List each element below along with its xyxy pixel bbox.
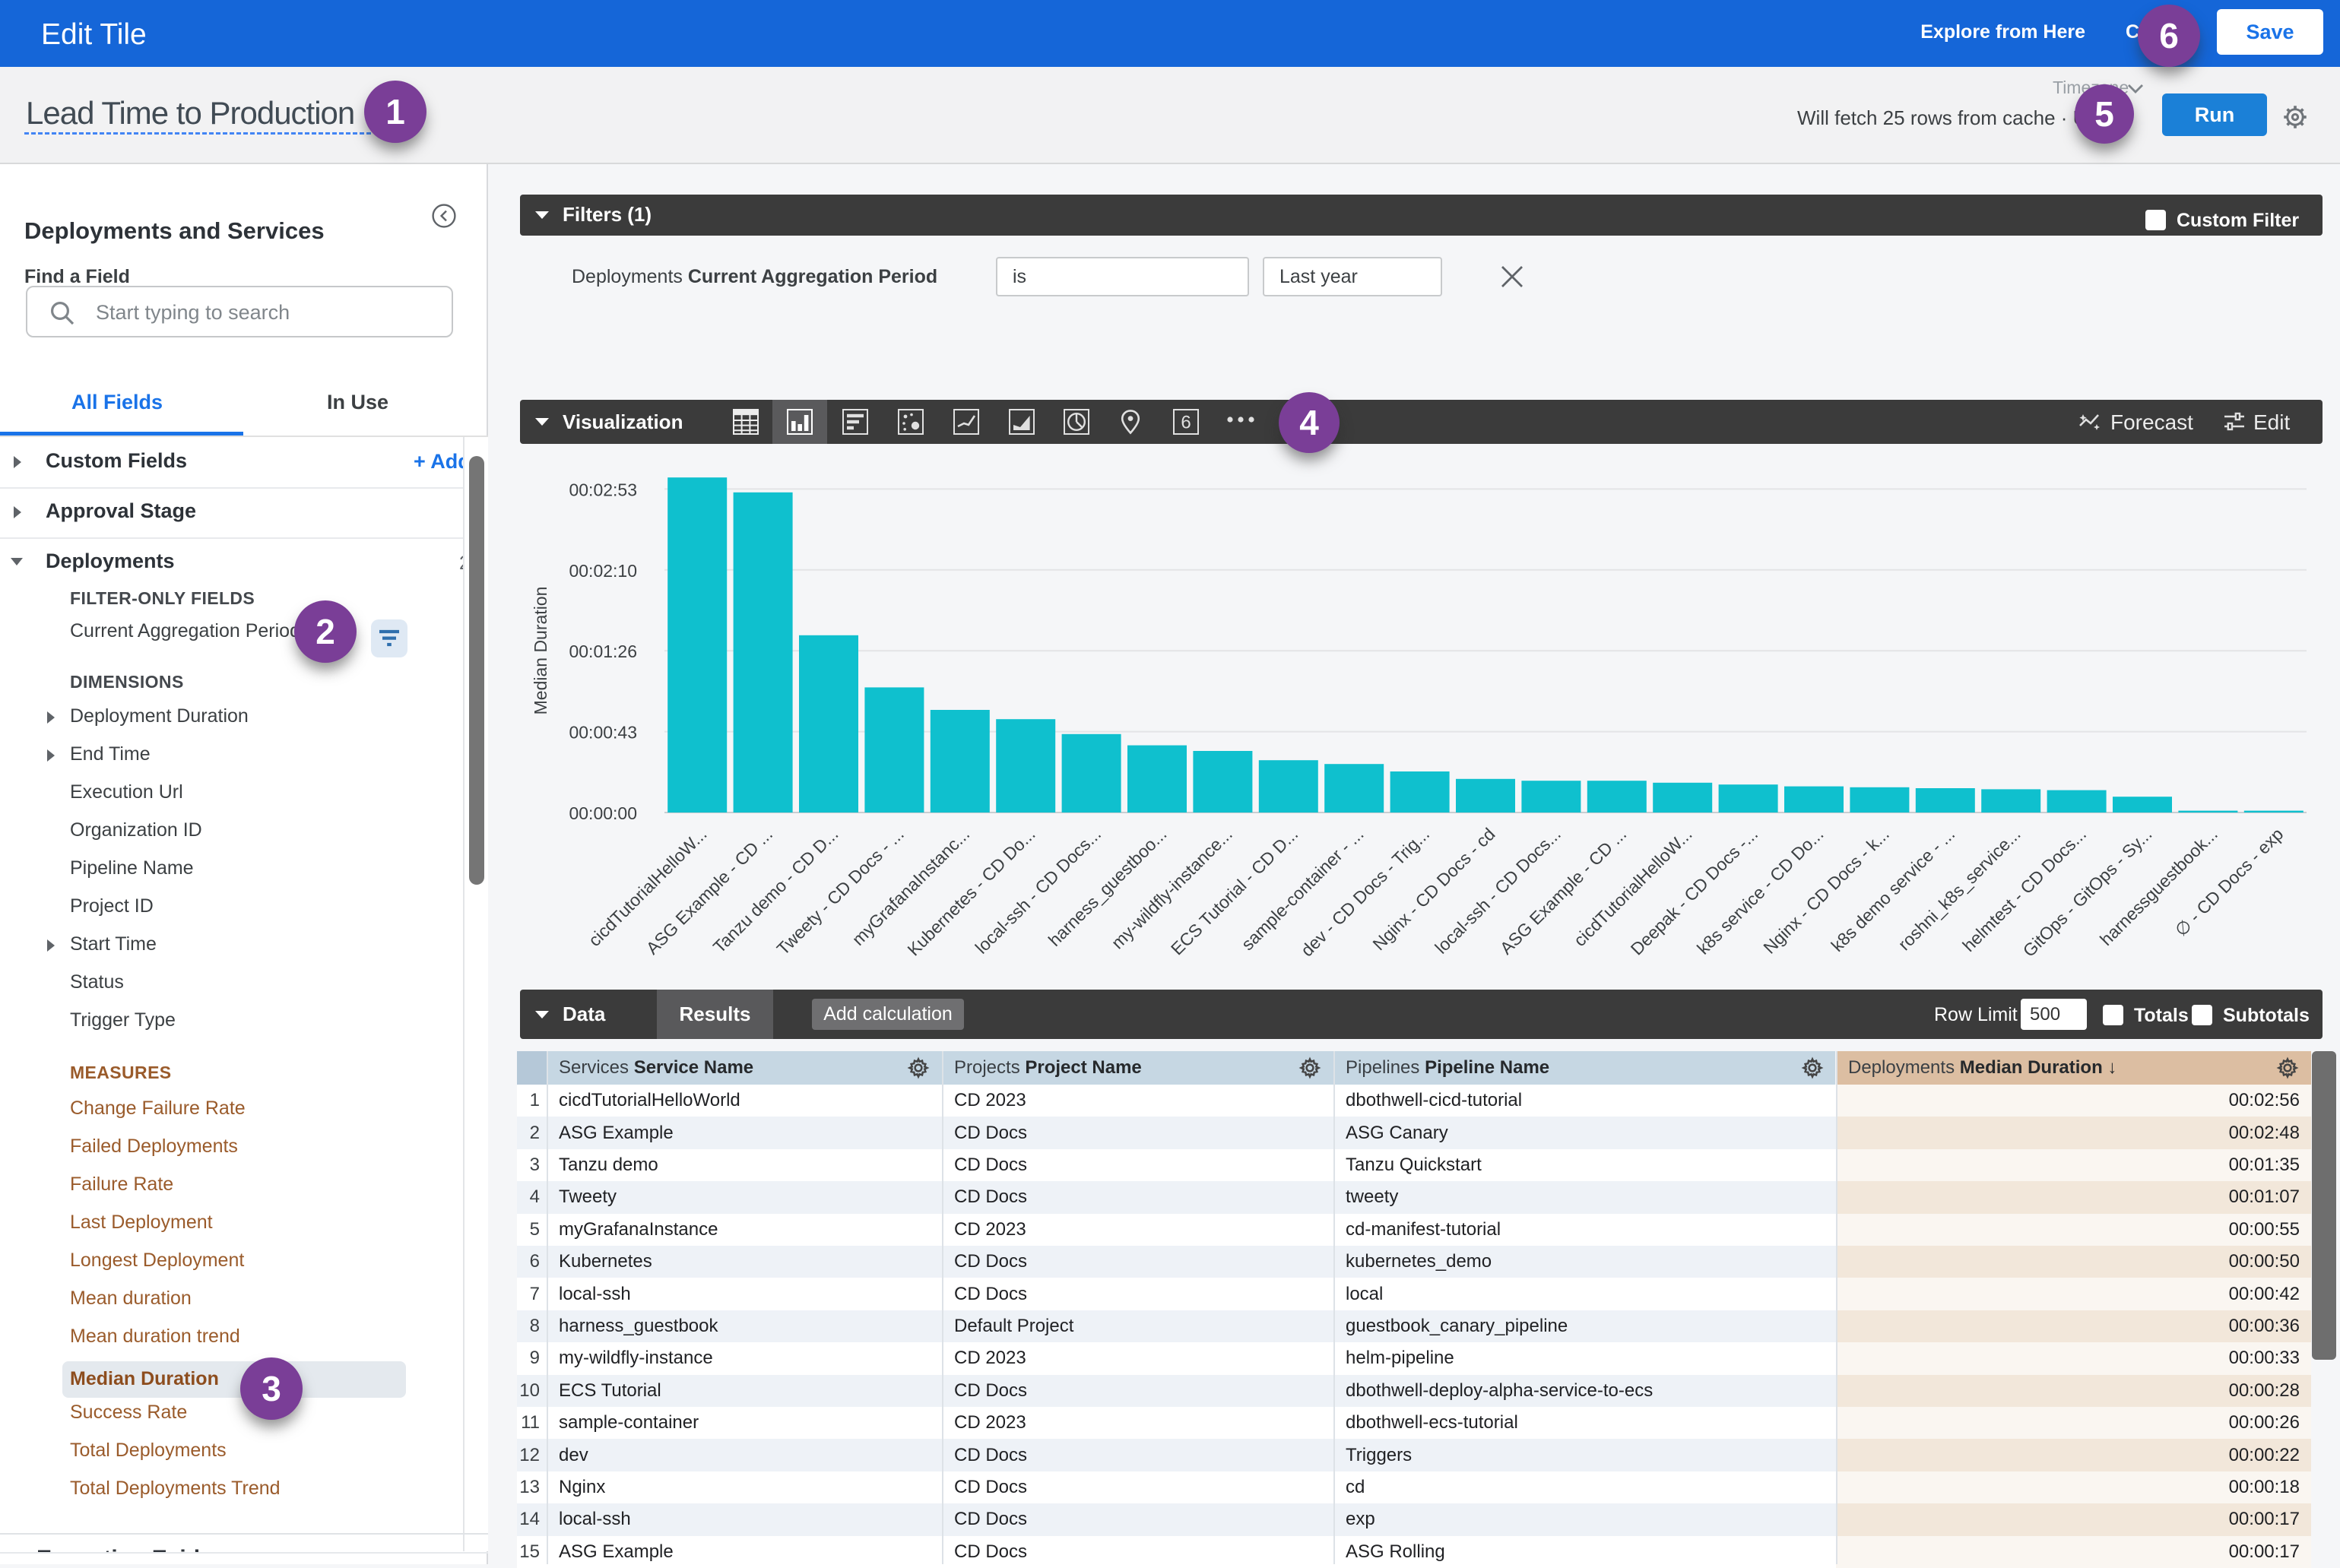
- svg-text:Kubernetes - CD Do...: Kubernetes - CD Do...: [903, 824, 1038, 959]
- svg-text:Tanzu demo - CD D...: Tanzu demo - CD D...: [709, 824, 842, 957]
- svg-text:cicdTutorialHelloW...: cicdTutorialHelloW...: [1570, 824, 1696, 950]
- svg-text:helmtest - CD Docs...: helmtest - CD Docs...: [1958, 824, 2090, 955]
- svg-text:Nginx - CD Docs - cd: Nginx - CD Docs - cd: [1368, 824, 1498, 954]
- svg-text:00:00:43: 00:00:43: [569, 723, 637, 743]
- svg-text:my-wildfly-instance...: my-wildfly-instance...: [1108, 824, 1236, 952]
- svg-text:roshni_k8s_service...: roshni_k8s_service...: [1895, 824, 2025, 954]
- svg-text:00:02:10: 00:02:10: [569, 561, 637, 581]
- svg-text:cicdTutorialHelloW...: cicdTutorialHelloW...: [585, 824, 711, 950]
- svg-text:ASG Example - CD ...: ASG Example - CD ...: [642, 824, 777, 958]
- svg-text:dev - CD Docs - Trig...: dev - CD Docs - Trig...: [1297, 824, 1433, 960]
- svg-text:ASG Example - CD ...: ASG Example - CD ...: [1496, 824, 1631, 958]
- svg-text:harnessguestbook...: harnessguestbook...: [2096, 824, 2221, 949]
- svg-text:Deepak - CD Docs -...: Deepak - CD Docs -...: [1627, 824, 1761, 958]
- svg-text:k8s demo service - ...: k8s demo service - ...: [1827, 824, 1958, 955]
- svg-text:00:02:53: 00:02:53: [569, 480, 637, 499]
- svg-text:myGrafanaInstanc...: myGrafanaInstanc...: [848, 824, 974, 949]
- svg-text:Tweety - CD Docs - ...: Tweety - CD Docs - ...: [772, 824, 907, 958]
- svg-text:00:01:26: 00:01:26: [569, 641, 637, 661]
- svg-text:Nginx - CD Docs - k...: Nginx - CD Docs - k...: [1759, 824, 1893, 958]
- svg-text:local-ssh - CD Docs...: local-ssh - CD Docs...: [1431, 824, 1565, 958]
- svg-text:∅ - CD Docs - exp: ∅ - CD Docs - exp: [2171, 824, 2288, 940]
- svg-text:Median Duration: Median Duration: [531, 587, 550, 715]
- svg-text:harness_guestboo...: harness_guestboo...: [1045, 824, 1171, 950]
- svg-text:6: 6: [1181, 413, 1191, 433]
- svg-text:GitOps - GitOps - Sy...: GitOps - GitOps - Sy...: [2019, 824, 2156, 961]
- svg-text:k8s service - CD Do...: k8s service - CD Do...: [1693, 824, 1828, 958]
- svg-text:local-ssh - CD Docs...: local-ssh - CD Docs...: [972, 824, 1105, 958]
- svg-text:sample-container - ...: sample-container - ...: [1238, 824, 1368, 954]
- svg-text:00:00:00: 00:00:00: [569, 803, 637, 823]
- svg-text:ECS Tutorial - CD D...: ECS Tutorial - CD D...: [1167, 824, 1302, 958]
